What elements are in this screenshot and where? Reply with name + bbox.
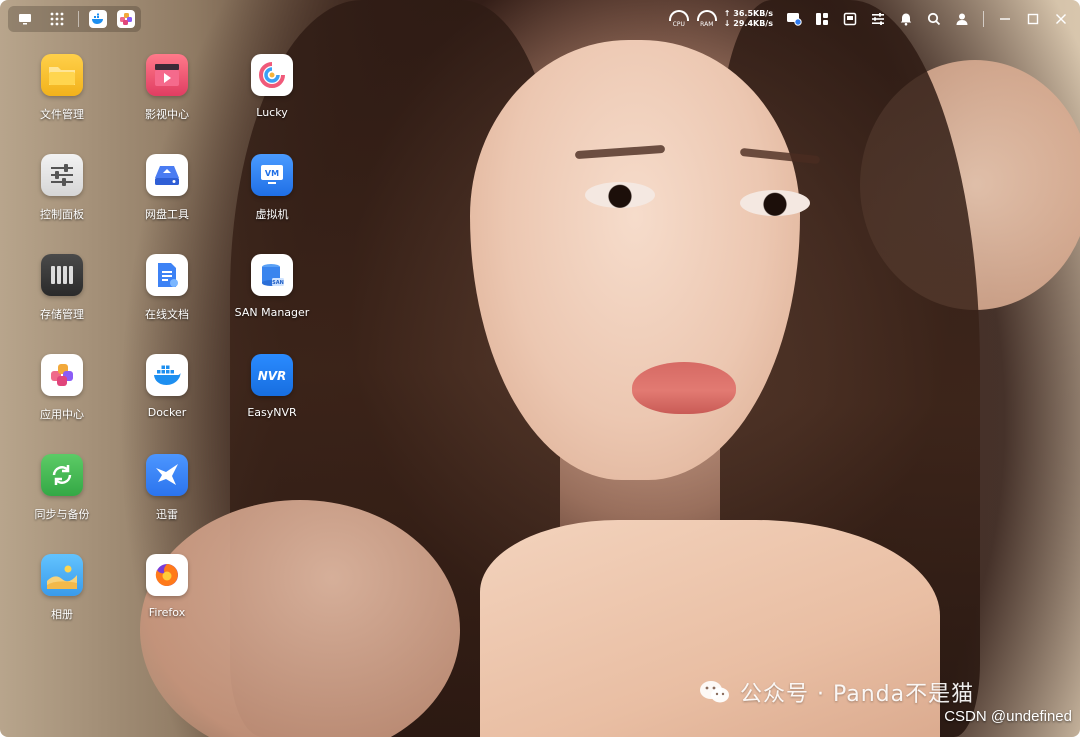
wallpaper-eye-right: [740, 190, 810, 216]
app-control-panel[interactable]: 控制面板: [10, 154, 114, 244]
desktop: CPU RAM ↑ 36.5KB/s ↓ 29.4KB/s 文件管理 影视中心 …: [0, 0, 1080, 737]
user-status-icon[interactable]: [783, 8, 805, 30]
svg-text:NVR: NVR: [258, 369, 287, 383]
download-speed: ↓ 29.4KB/s: [723, 19, 773, 28]
network-speed[interactable]: ↑ 36.5KB/s ↓ 29.4KB/s: [724, 9, 773, 29]
app-photos[interactable]: 相册: [10, 554, 114, 644]
app-file-manager[interactable]: 文件管理: [10, 54, 114, 144]
wallpaper-lips: [632, 362, 736, 414]
cpu-gauge[interactable]: CPU: [668, 8, 690, 30]
close-icon[interactable]: [1050, 8, 1072, 30]
app-label: 影视中心: [145, 108, 189, 121]
app-center-icon: [41, 354, 83, 396]
lucky-icon: [251, 54, 293, 96]
app-easynvr[interactable]: NVR EasyNVR: [220, 354, 324, 444]
firefox-icon: [146, 554, 188, 596]
user-icon[interactable]: [951, 8, 973, 30]
minimize-icon[interactable]: [994, 8, 1016, 30]
app-label: 相册: [51, 608, 73, 621]
app-label: 网盘工具: [145, 208, 189, 221]
app-label: Firefox: [148, 606, 186, 619]
app-label: 在线文档: [145, 308, 189, 321]
wechat-watermark: 公众号 · Panda不是猫: [698, 676, 974, 708]
app-lucky[interactable]: Lucky: [220, 54, 324, 144]
settings-sliders-icon[interactable]: [867, 8, 889, 30]
ram-gauge-icon: [696, 10, 717, 21]
svg-text:SAN: SAN: [272, 280, 284, 286]
app-virtual-machine[interactable]: VM 虚拟机: [220, 154, 324, 244]
control-panel-icon: [41, 154, 83, 196]
cloud-disk-icon: [146, 154, 188, 196]
app-label: 存储管理: [40, 308, 84, 321]
app-label: 应用中心: [40, 408, 84, 421]
cpu-label: CPU: [672, 21, 685, 28]
app-label: 迅雷: [156, 508, 178, 521]
ram-label: RAM: [700, 21, 714, 28]
app-label: Lucky: [256, 106, 288, 119]
app-label: 控制面板: [40, 208, 84, 221]
app-label: 文件管理: [40, 108, 84, 121]
maximize-icon[interactable]: [1022, 8, 1044, 30]
monitor-icon[interactable]: [839, 8, 861, 30]
svg-text:VM: VM: [265, 169, 279, 178]
easynvr-icon: NVR: [251, 354, 293, 396]
app-label: 虚拟机: [255, 208, 289, 221]
desktop-icon-grid: 文件管理 影视中心 Lucky 控制面板 网盘工具 VM 虚拟机 存储管理 在线…: [0, 0, 340, 737]
app-label: EasyNVR: [247, 406, 297, 419]
widget-icon[interactable]: [811, 8, 833, 30]
ram-gauge[interactable]: RAM: [696, 8, 718, 30]
storage-icon: [41, 254, 83, 296]
docker-icon: [146, 354, 188, 396]
thunder-icon: [146, 454, 188, 496]
folder-icon: [41, 54, 83, 96]
app-label: 同步与备份: [34, 508, 90, 521]
sync-icon: [41, 454, 83, 496]
topbar-right-group: CPU RAM ↑ 36.5KB/s ↓ 29.4KB/s: [668, 6, 1072, 32]
app-label: Docker: [147, 406, 187, 419]
app-thunder[interactable]: 迅雷: [115, 454, 219, 544]
cpu-gauge-icon: [668, 10, 689, 21]
app-docker[interactable]: Docker: [115, 354, 219, 444]
wechat-icon: [698, 679, 732, 705]
app-online-docs[interactable]: 在线文档: [115, 254, 219, 344]
app-video-center[interactable]: 影视中心: [115, 54, 219, 144]
app-san-manager[interactable]: SAN SAN Manager: [220, 254, 324, 344]
app-cloud-disk[interactable]: 网盘工具: [115, 154, 219, 244]
video-icon: [146, 54, 188, 96]
app-firefox[interactable]: Firefox: [115, 554, 219, 644]
app-label: SAN Manager: [234, 306, 310, 319]
san-icon: SAN: [251, 254, 293, 296]
document-icon: [146, 254, 188, 296]
search-icon[interactable]: [923, 8, 945, 30]
app-storage-manager[interactable]: 存储管理: [10, 254, 114, 344]
csdn-watermark: CSDN @undefined: [944, 708, 1072, 725]
photo-icon: [41, 554, 83, 596]
topbar-window-separator: [983, 11, 984, 27]
upload-speed: ↑ 36.5KB/s: [723, 9, 773, 18]
app-sync-backup[interactable]: 同步与备份: [10, 454, 114, 544]
vm-icon: VM: [251, 154, 293, 196]
wallpaper-eye-left: [585, 182, 655, 208]
watermark-text: 公众号 · Panda不是猫: [740, 682, 975, 707]
bell-icon[interactable]: [895, 8, 917, 30]
app-app-center[interactable]: 应用中心: [10, 354, 114, 444]
